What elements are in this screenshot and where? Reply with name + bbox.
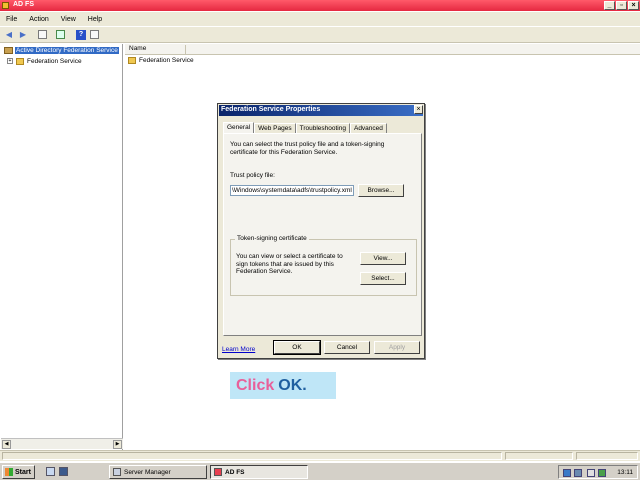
column-separator[interactable] [185,45,186,54]
folder-icon [128,57,136,64]
window-titlebar: AD FS _ ▫ × [0,0,640,11]
system-tray: 13:11 [558,465,638,479]
tree-item-federation-service[interactable]: + Federation Service [7,56,82,66]
taskbar-adfs[interactable]: AD FS [210,465,308,479]
general-intro-text: You can select the trust policy file and… [230,141,385,156]
security-icon[interactable] [598,469,606,477]
speaker-icon[interactable] [587,469,595,477]
window-title: AD FS [13,1,34,8]
start-label: Start [15,468,31,476]
dialog-close-button[interactable]: × [414,105,423,114]
list-item[interactable]: Federation Service [128,57,194,64]
token-signing-text: You can view or select a certificate to … [236,253,343,275]
show-hide-tree-icon[interactable] [38,30,47,39]
console-tree-pane: Active Directory Federation Service + Fe… [1,44,123,450]
status-segment [505,452,573,460]
expand-icon[interactable]: + [7,58,13,64]
minimize-button[interactable]: _ [604,1,615,10]
learn-more-link[interactable]: Learn More [222,346,255,353]
tree-item-adfs-root[interactable]: Active Directory Federation Service [4,45,119,55]
tab-web-pages[interactable]: Web Pages [254,123,296,133]
window-controls: _ ▫ × [604,1,639,10]
help-icon[interactable]: ? [76,30,86,40]
trust-policy-label: Trust policy file: [230,172,275,179]
browse-button[interactable]: Browse... [358,184,404,197]
callout-click-text: Click [236,376,275,394]
taskbar-item-label: Server Manager [124,468,171,476]
forward-arrow-icon[interactable]: ▶ [18,30,28,40]
token-signing-certificate-group: Token-signing certificate You can view o… [230,235,417,296]
taskbar-server-manager[interactable]: Server Manager [109,465,207,479]
callout-ok-text: OK. [278,376,307,394]
quick-launch-powershell-icon[interactable] [59,467,68,476]
select-certificate-button[interactable]: Select... [360,272,406,285]
tree-child-label: Federation Service [27,57,82,65]
tab-troubleshooting[interactable]: Troubleshooting [295,123,350,133]
menu-view[interactable]: View [61,16,76,23]
tree-root-label: Active Directory Federation Service [15,46,119,54]
properties-icon[interactable] [90,30,99,39]
scroll-right-icon[interactable]: ▶ [113,440,122,449]
clock[interactable]: 13:11 [617,469,633,476]
status-segment [2,452,502,460]
list-column-header: Name [125,44,640,55]
taskbar: Start Server Manager AD FS 13:11 [0,462,640,480]
federation-service-properties-dialog: Federation Service Properties × General … [217,103,425,359]
start-button[interactable]: Start [2,465,35,479]
active-directory-icon [4,46,13,54]
view-certificate-button[interactable]: View... [360,252,406,265]
instruction-callout: Click OK. [230,372,336,399]
status-segment [576,452,638,460]
column-name-header[interactable]: Name [129,45,146,52]
general-tab-panel: You can select the trust policy file and… [223,133,422,336]
network-icon[interactable] [563,469,571,477]
monitor-icon[interactable] [574,469,582,477]
toolbar: ◀ ▶ ? [0,27,640,43]
folder-icon [16,57,24,65]
trust-policy-file-input[interactable]: \Windows\systemdata\adfs\trustpolicy.xml [230,185,354,196]
tab-advanced[interactable]: Advanced [349,123,387,133]
menu-bar: File Action View Help [0,12,640,26]
quick-launch-server-manager-icon[interactable] [46,467,55,476]
refresh-icon[interactable] [56,30,65,39]
group-title: Token-signing certificate [235,235,309,242]
tab-general[interactable]: General [223,122,255,133]
apply-button: Apply [374,341,420,354]
tree-horizontal-scrollbar[interactable]: ◀ ▶ [1,438,123,449]
status-bar [0,450,640,461]
dialog-title: Federation Service Properties [219,105,423,116]
menu-file[interactable]: File [6,16,17,23]
taskbar-item-label: AD FS [225,468,245,476]
cancel-button[interactable]: Cancel [324,341,370,354]
close-button[interactable]: × [628,1,639,10]
back-arrow-icon[interactable]: ◀ [4,30,14,40]
adfs-icon [214,468,222,476]
dialog-tabs: General Web Pages Troubleshooting Advanc… [223,122,387,133]
windows-flag-icon [5,468,13,476]
adfs-app-icon [2,2,9,9]
list-item-label: Federation Service [139,57,194,64]
server-manager-icon [113,468,121,476]
menu-action[interactable]: Action [29,16,48,23]
maximize-button[interactable]: ▫ [616,1,627,10]
menu-help[interactable]: Help [88,16,102,23]
ok-button[interactable]: OK [273,340,321,355]
scroll-left-icon[interactable]: ◀ [2,440,11,449]
